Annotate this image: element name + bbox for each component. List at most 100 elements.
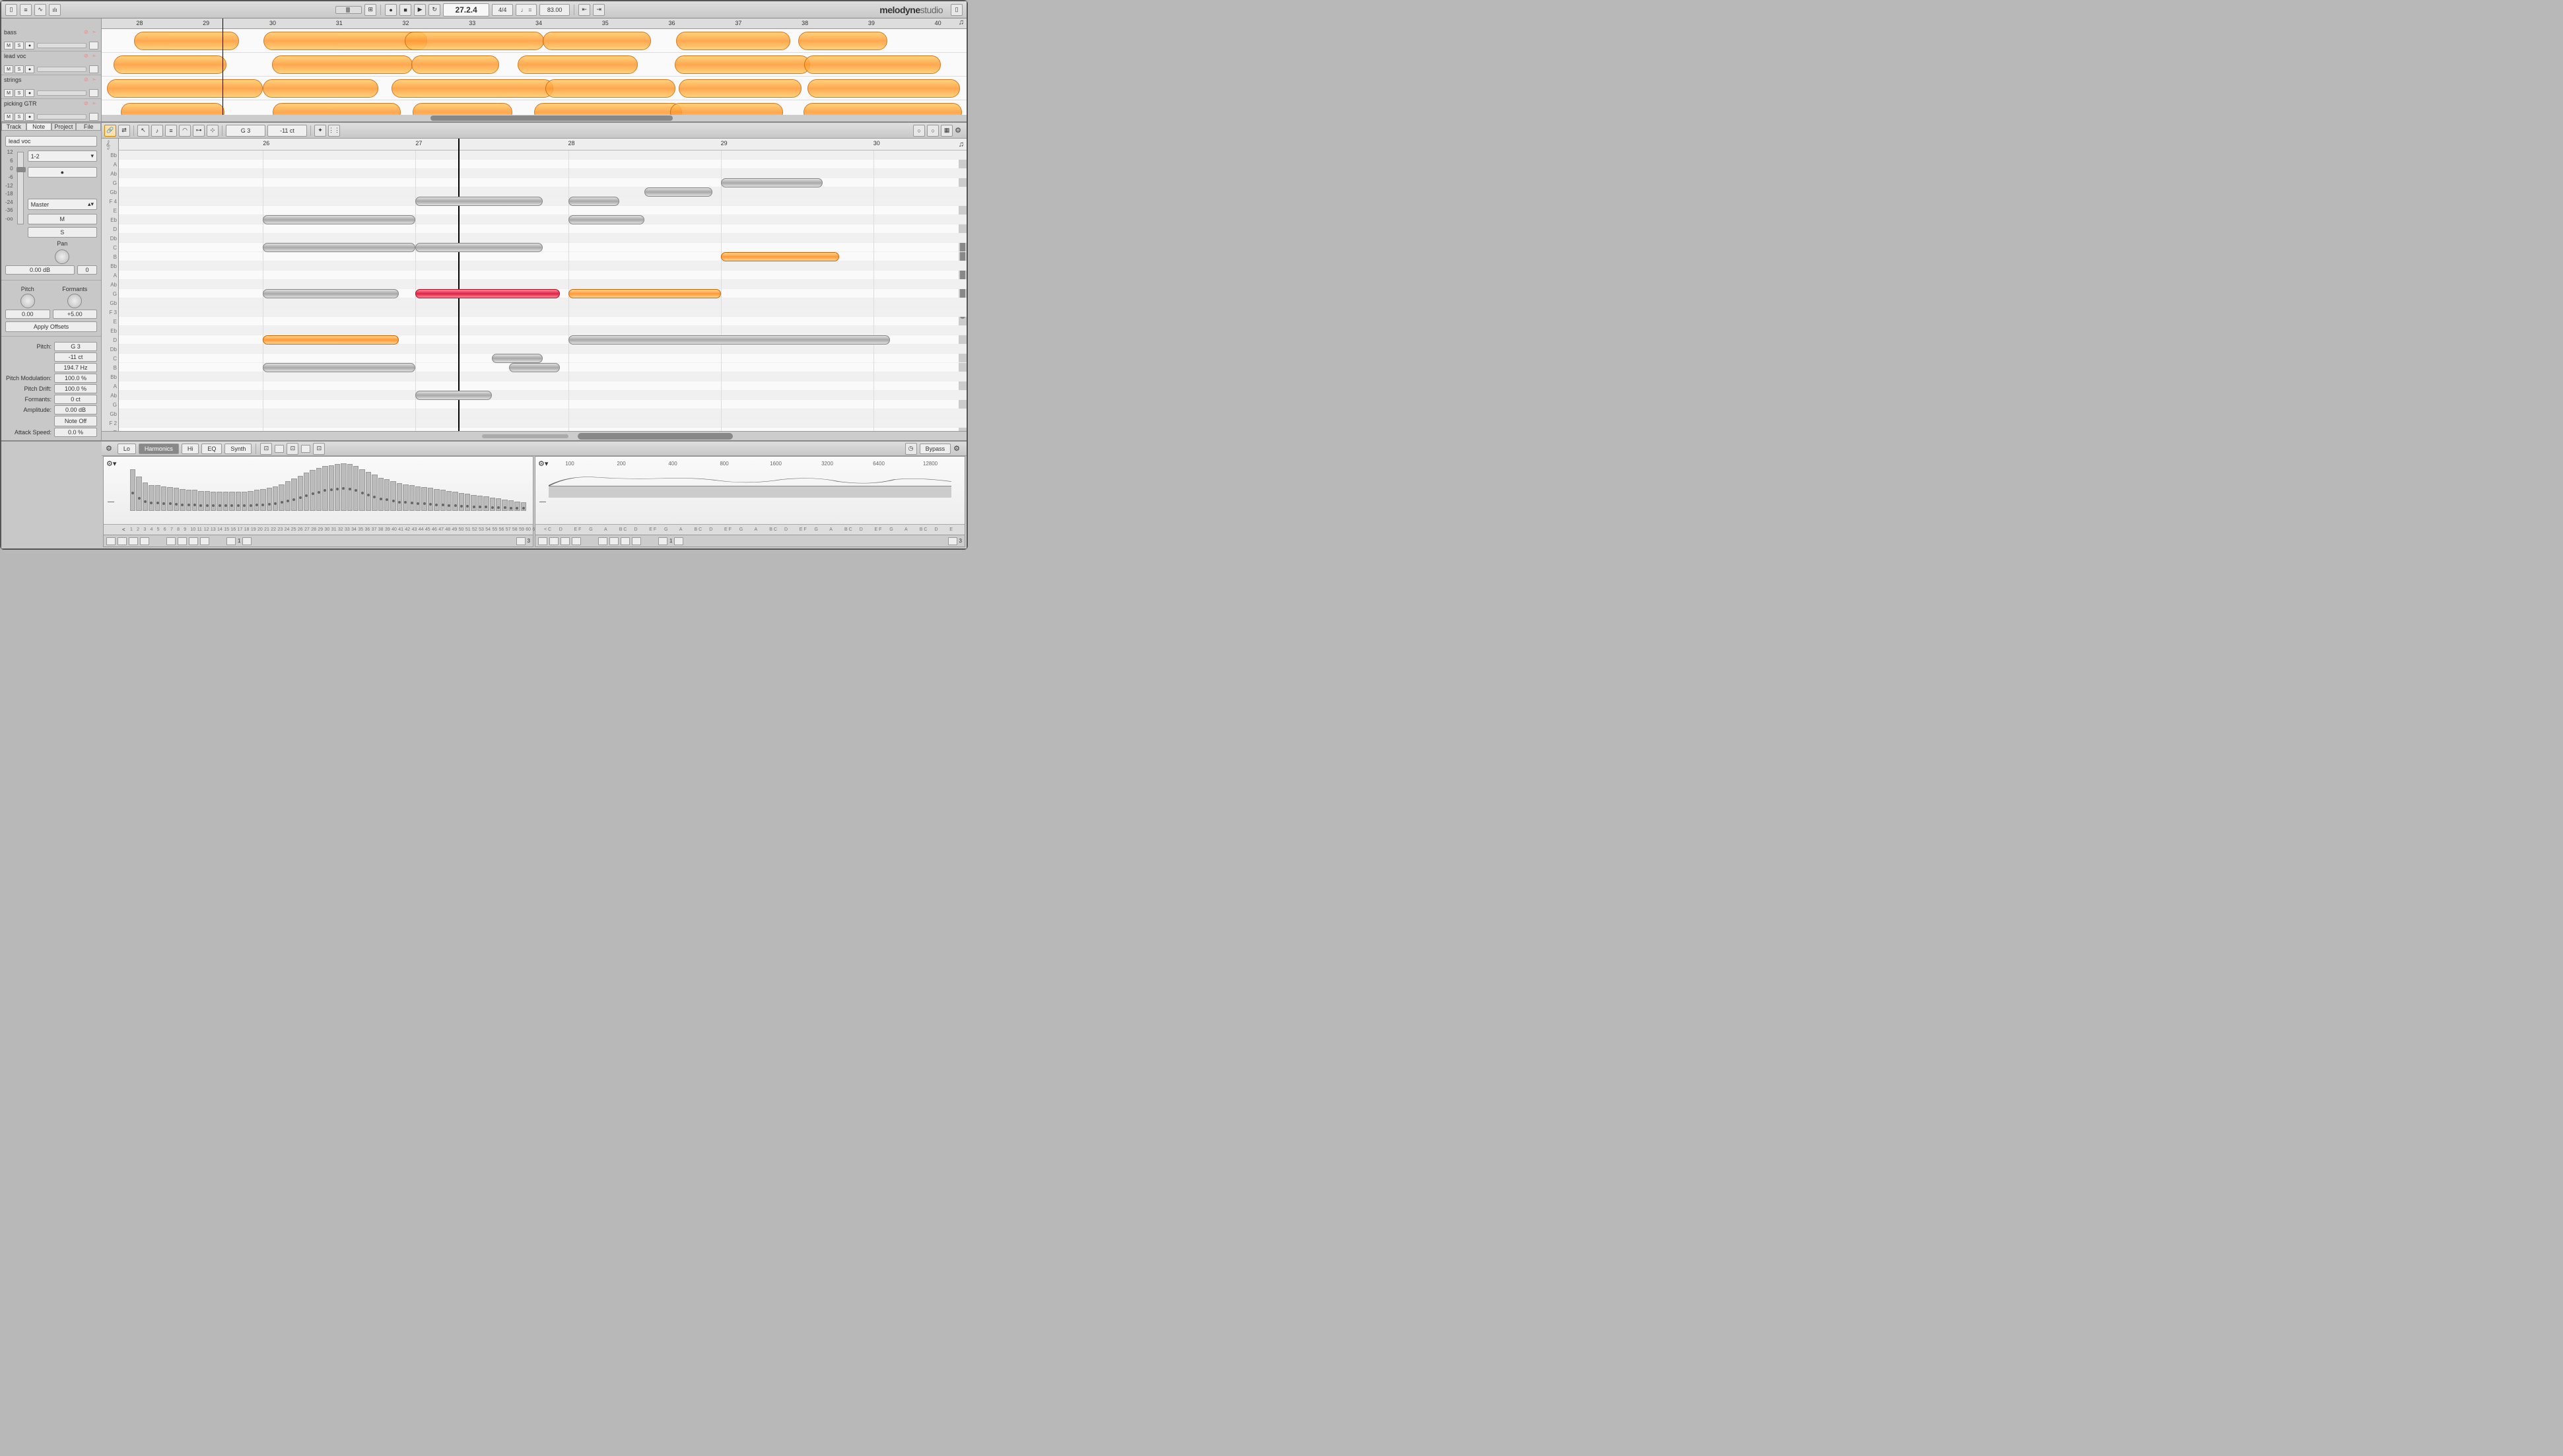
harmonic-bar[interactable]	[310, 470, 315, 511]
harmonic-bar[interactable]	[267, 488, 272, 511]
pan-knob[interactable]	[55, 249, 69, 264]
arrow-tool-icon[interactable]: ↖	[137, 125, 149, 137]
arrange-scrollbar[interactable]	[102, 115, 967, 121]
harmonic-bar[interactable]	[341, 463, 346, 511]
list-view-icon[interactable]: ▦	[941, 125, 953, 137]
harmonic-bar[interactable]	[496, 498, 501, 511]
note-blob[interactable]	[568, 215, 645, 224]
tab-project[interactable]: Project	[51, 123, 77, 131]
arrange-lanes[interactable]	[102, 29, 967, 121]
harmonic-bar[interactable]	[347, 464, 353, 511]
se-slot-1[interactable]	[275, 445, 284, 453]
eq-gear-icon[interactable]: ⚙▾	[538, 459, 548, 468]
formants-offset-knob[interactable]	[67, 294, 82, 308]
snap-tool-icon[interactable]: ✦	[314, 125, 326, 137]
note-blob[interactable]	[721, 178, 823, 187]
pitchdrift-value[interactable]: 100.0 %	[54, 384, 97, 393]
eq-panel[interactable]: ⚙▾ 10020040080016003200640012800 — < CDE…	[535, 456, 965, 547]
harmonic-bar[interactable]	[273, 486, 278, 511]
note-blob[interactable]	[568, 289, 721, 298]
position-display[interactable]: 27.2.4	[443, 3, 489, 17]
hb-9[interactable]	[226, 537, 236, 545]
arrange-body[interactable]: ♫ 28293031323334353637383940	[102, 18, 967, 121]
rec-button[interactable]: ●	[25, 65, 34, 73]
waveform-clip[interactable]	[798, 32, 887, 50]
link-icon[interactable]: ⊘	[84, 77, 90, 83]
note-blob[interactable]	[721, 252, 840, 261]
harmonic-bar[interactable]	[502, 500, 507, 511]
panel-toggle-1[interactable]: ▯	[5, 4, 17, 16]
harmonic-bar[interactable]	[508, 500, 514, 511]
channel-select[interactable]: 1-2▾	[28, 150, 97, 162]
arrange-lane[interactable]	[102, 29, 967, 53]
harmonic-bar[interactable]	[217, 492, 222, 511]
waveform-clip[interactable]	[411, 55, 499, 74]
editor-playhead[interactable]	[458, 139, 460, 431]
harmonic-bar[interactable]	[205, 491, 210, 511]
tab-file[interactable]: File	[76, 123, 101, 131]
mute-button[interactable]: M	[4, 89, 13, 97]
harmonic-bar[interactable]	[298, 476, 303, 511]
pitch-offset-knob[interactable]	[20, 294, 35, 308]
tempo-value[interactable]: 83.00	[539, 4, 570, 16]
waveform-clip[interactable]	[263, 32, 427, 50]
mute-button[interactable]: M	[28, 214, 97, 224]
solo-button[interactable]: S	[15, 42, 24, 50]
piano-ruler[interactable]: 𝄞 BbAAbGGbF 4EEbDDbCBBbAAbGGbF 3EEbDDbCB…	[102, 139, 119, 431]
transfer-tool-icon[interactable]: ⇄	[118, 125, 130, 137]
harmonic-bar[interactable]	[223, 492, 228, 511]
hb-5[interactable]	[166, 537, 176, 545]
harmonic-bar[interactable]	[421, 487, 427, 511]
eb-10[interactable]	[674, 537, 683, 545]
formant-tool-icon[interactable]: ≡	[165, 125, 177, 137]
timing-tool-icon[interactable]: ⊶	[193, 125, 205, 137]
zoom-slider[interactable]	[335, 6, 362, 14]
record-button[interactable]: ●	[385, 4, 397, 16]
harmonic-bar[interactable]	[378, 478, 384, 511]
chain-icon[interactable]: ➣	[92, 100, 98, 107]
harmonic-bar[interactable]	[353, 466, 359, 511]
chain-icon[interactable]: ➣	[92, 77, 98, 83]
waveform-clip[interactable]	[804, 55, 941, 74]
eb-6[interactable]	[609, 537, 619, 545]
harmonic-bar[interactable]	[329, 465, 334, 511]
solo-button[interactable]: S	[15, 89, 24, 97]
harmonic-bar[interactable]	[180, 489, 185, 511]
harmonic-bar[interactable]	[285, 481, 290, 511]
panel-toggle-2[interactable]: ≡	[20, 4, 32, 16]
harmonic-bar[interactable]	[372, 475, 377, 511]
harmonics-gear-icon[interactable]: ⚙▾	[106, 459, 116, 468]
stop-button[interactable]: ■	[399, 4, 411, 16]
harmonic-bar[interactable]	[514, 502, 520, 511]
editor-overview[interactable]	[482, 434, 568, 438]
mute-button[interactable]: M	[4, 42, 13, 50]
mute-button[interactable]: M	[4, 65, 13, 73]
harmonic-bar[interactable]	[477, 496, 483, 511]
harmonic-bar[interactable]	[452, 492, 458, 511]
volume-fader[interactable]	[17, 152, 24, 224]
chain-icon[interactable]: ➣	[92, 53, 98, 59]
track-fader[interactable]	[37, 43, 86, 48]
waveform-clip[interactable]	[518, 55, 638, 74]
harmonic-bar[interactable]	[242, 492, 247, 511]
harmonic-bar[interactable]	[192, 490, 197, 511]
note-blob[interactable]	[568, 197, 619, 206]
eb-5[interactable]	[598, 537, 607, 545]
eq-chart[interactable]: ⚙▾ 10020040080016003200640012800 —	[535, 457, 965, 524]
hb-8[interactable]	[200, 537, 209, 545]
amplitude-tool-icon[interactable]: ◠	[179, 125, 191, 137]
se-settings-right-icon[interactable]: ⚙	[953, 444, 960, 453]
waveform-clip[interactable]	[107, 79, 262, 98]
waveform-clip[interactable]	[405, 32, 544, 50]
hb-4[interactable]	[140, 537, 149, 545]
track-fader[interactable]	[37, 114, 86, 119]
harmonic-bar[interactable]	[136, 477, 141, 511]
harmonic-bar[interactable]	[403, 484, 408, 511]
harmonics-panel[interactable]: ⚙▾ — <1234567891011121314151617181920212…	[103, 456, 533, 547]
hb-7[interactable]	[189, 537, 198, 545]
pitch-offset-value[interactable]: 0.00	[5, 310, 50, 319]
harmonic-bar[interactable]	[304, 473, 309, 511]
harmonic-bar[interactable]	[260, 489, 265, 511]
hb-3[interactable]	[129, 537, 138, 545]
waveform-clip[interactable]	[676, 32, 790, 50]
